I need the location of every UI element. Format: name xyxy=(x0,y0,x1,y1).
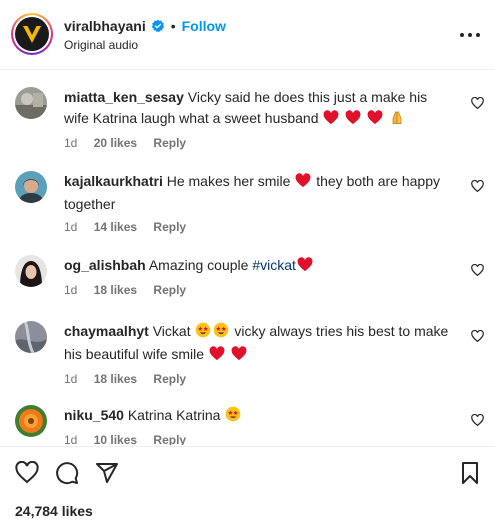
red-heart-emoji-icon xyxy=(323,110,339,131)
comment-username[interactable]: miatta_ken_sesay xyxy=(64,89,184,105)
like-heart-icon[interactable] xyxy=(15,460,39,485)
comment-text: Katrina Katrina xyxy=(127,407,221,423)
comment-username[interactable]: niku_540 xyxy=(64,407,124,423)
comment-likes[interactable]: 10 likes xyxy=(94,433,137,445)
comment-username[interactable]: og_alishbah xyxy=(64,257,146,273)
share-paper-plane-icon[interactable] xyxy=(95,461,119,485)
comment-username[interactable]: chaymaalhyt xyxy=(64,323,149,339)
verified-badge-icon xyxy=(151,19,165,33)
like-comment-heart-icon[interactable] xyxy=(471,179,484,193)
post-likes-count[interactable]: 24,784 likes xyxy=(15,503,93,519)
like-comment-heart-icon[interactable] xyxy=(471,329,484,343)
like-comment-heart-icon[interactable] xyxy=(471,413,484,427)
follow-button[interactable]: Follow xyxy=(182,18,226,34)
red-heart-emoji-icon xyxy=(231,346,247,367)
comment-avatar[interactable] xyxy=(15,87,47,119)
star-struck-emoji-icon xyxy=(213,322,229,344)
like-comment-heart-icon[interactable] xyxy=(471,263,484,277)
comment-time[interactable]: 1d xyxy=(64,372,77,386)
red-heart-emoji-icon xyxy=(297,257,313,278)
comment-time[interactable]: 1d xyxy=(64,136,77,150)
save-bookmark-icon[interactable] xyxy=(458,461,482,485)
comment-likes[interactable]: 18 likes xyxy=(94,283,137,297)
audio-label[interactable]: Original audio xyxy=(64,38,138,52)
comment-likes[interactable]: 20 likes xyxy=(94,136,137,150)
author-username[interactable]: viralbhayani xyxy=(64,18,146,34)
viralbhayani-logo-icon xyxy=(15,17,49,51)
more-options-icon[interactable] xyxy=(459,27,481,43)
red-heart-emoji-icon xyxy=(345,110,361,131)
reply-button[interactable]: Reply xyxy=(153,283,186,297)
comment-avatar[interactable] xyxy=(15,171,47,203)
comment-bubble-icon[interactable] xyxy=(55,461,79,485)
comment-username[interactable]: kajalkaurkhatri xyxy=(64,173,163,189)
comment-time[interactable]: 1d xyxy=(64,220,77,234)
post-header: viralbhayani • Follow Original audio xyxy=(0,0,495,70)
separator-dot: • xyxy=(170,18,176,34)
comments-list[interactable]: miatta_ken_sesay Vicky said he does this… xyxy=(0,71,495,445)
reply-button[interactable]: Reply xyxy=(153,433,186,445)
praying-hands-emoji-icon xyxy=(389,109,405,131)
hashtag-link[interactable]: #vickat xyxy=(252,257,296,273)
like-comment-heart-icon[interactable] xyxy=(471,96,484,110)
red-heart-emoji-icon xyxy=(209,346,225,367)
comment-avatar[interactable] xyxy=(15,405,47,437)
comment-likes[interactable]: 18 likes xyxy=(94,372,137,386)
comment-avatar[interactable] xyxy=(15,321,47,353)
reply-button[interactable]: Reply xyxy=(153,136,186,150)
star-struck-emoji-icon xyxy=(225,406,241,428)
red-heart-emoji-icon xyxy=(367,110,383,131)
star-struck-emoji-icon xyxy=(195,322,211,344)
comment-likes[interactable]: 14 likes xyxy=(94,220,137,234)
comment-text: Vickat xyxy=(152,323,191,339)
comment-time[interactable]: 1d xyxy=(64,433,77,445)
red-heart-emoji-icon xyxy=(295,173,311,194)
comment-text: Amazing couple xyxy=(148,257,249,273)
reply-button[interactable]: Reply xyxy=(153,220,186,234)
author-avatar[interactable] xyxy=(11,13,53,55)
comment-avatar[interactable] xyxy=(15,255,47,287)
post-actions-bar: 24,784 likes xyxy=(0,446,495,521)
reply-button[interactable]: Reply xyxy=(153,372,186,386)
comment-text: He makes her smile xyxy=(166,173,291,189)
comment-time[interactable]: 1d xyxy=(64,283,77,297)
